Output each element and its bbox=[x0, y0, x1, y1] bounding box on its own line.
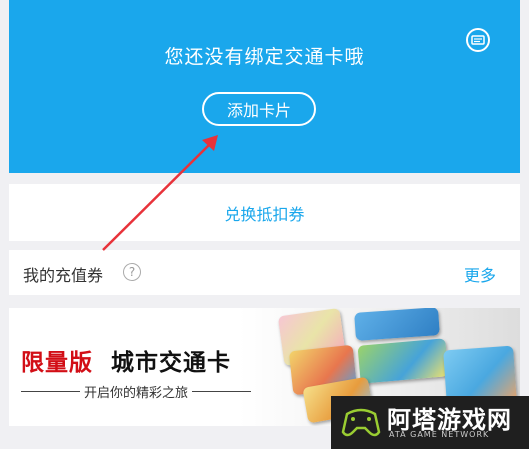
banner-title: 城市交通卡 bbox=[111, 350, 231, 376]
recharge-coupons-title: 我的充值券 bbox=[23, 266, 104, 285]
card-binding-header: 您还没有绑定交通卡哦 添加卡片 bbox=[9, 0, 520, 173]
help-icon[interactable]: ? bbox=[123, 263, 141, 281]
banner-subtitle: 开启你的精彩之旅 bbox=[84, 386, 189, 401]
card-image-green bbox=[357, 338, 449, 384]
more-link[interactable]: 更多 bbox=[464, 262, 496, 286]
watermark-logo: 阿塔游戏网 ATA GAME NETWORK bbox=[331, 396, 529, 449]
banner-limited-label: 限量版 bbox=[21, 350, 93, 376]
redeem-voucher-link[interactable]: 兑换抵扣券 bbox=[224, 201, 304, 225]
add-card-button[interactable]: 添加卡片 bbox=[202, 92, 316, 126]
banner-subtitle-row: 开启你的精彩之旅 bbox=[21, 382, 252, 401]
no-card-message: 您还没有绑定交通卡哦 bbox=[164, 46, 365, 68]
gamepad-logo-icon bbox=[341, 408, 381, 437]
card-image-blue bbox=[354, 308, 440, 341]
recharge-coupons-header: 我的充值券 ? 更多 bbox=[9, 250, 520, 295]
voucher-row: 兑换抵扣券 bbox=[9, 184, 520, 241]
watermark-subtitle: ATA GAME NETWORK bbox=[389, 430, 490, 439]
card-list-icon[interactable] bbox=[466, 28, 490, 52]
